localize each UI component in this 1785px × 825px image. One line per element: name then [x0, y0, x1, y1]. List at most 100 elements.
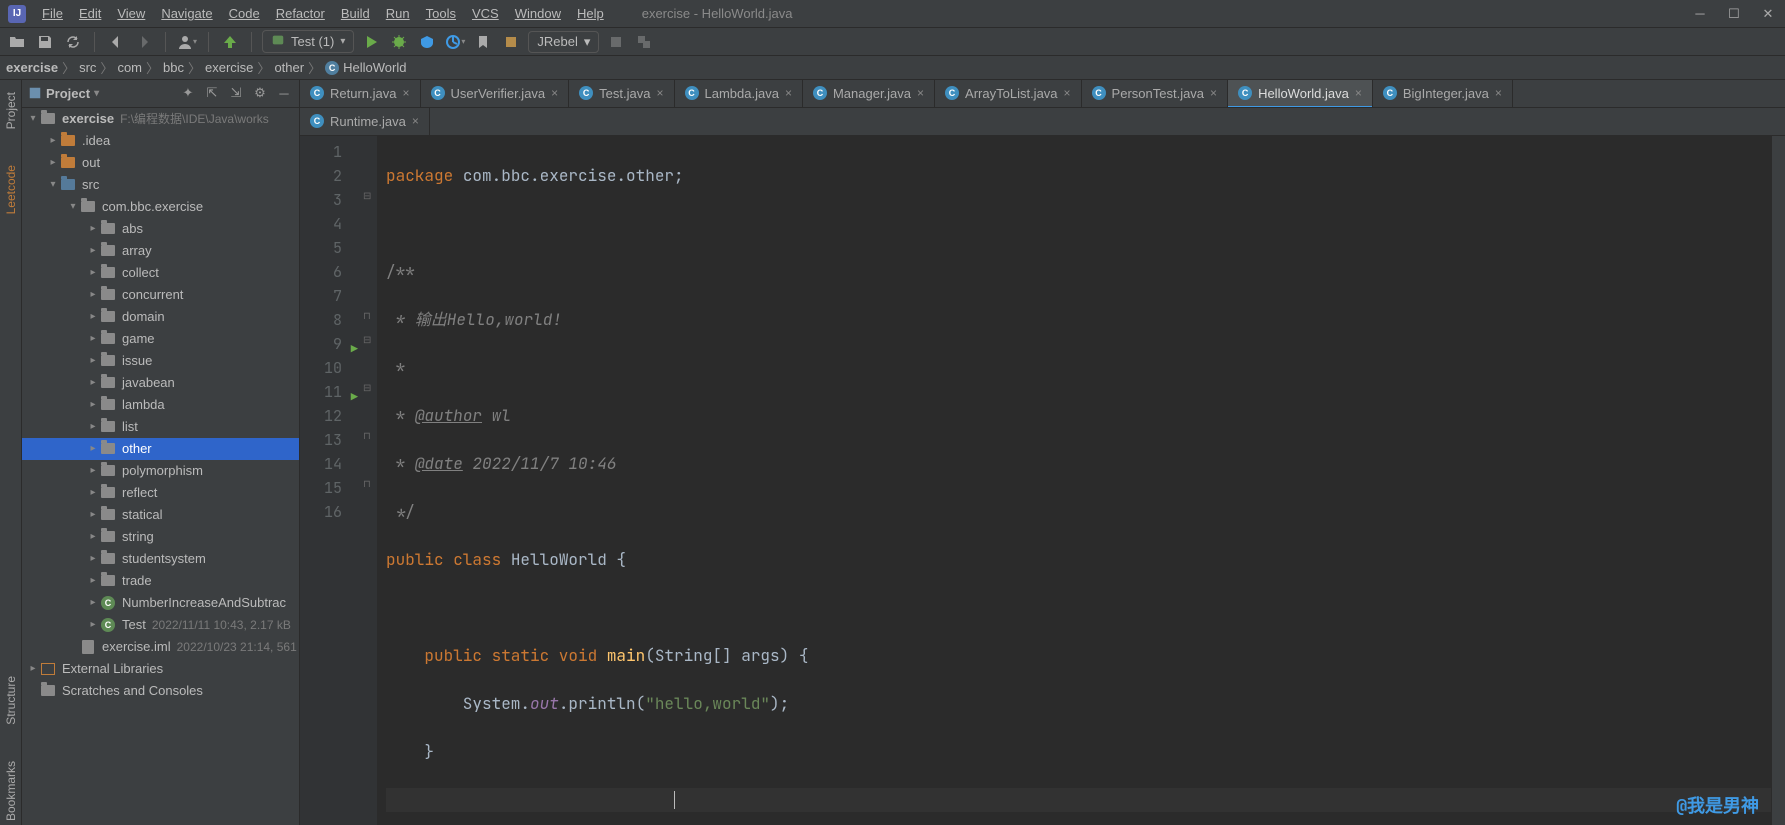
settings-icon[interactable]: ⚙ — [251, 84, 269, 102]
menu-navigate[interactable]: Navigate — [153, 2, 220, 25]
tree-folder-issue[interactable]: ▸issue — [22, 350, 299, 372]
tree-folder-reflect[interactable]: ▸reflect — [22, 482, 299, 504]
fold-icon[interactable]: ⊟ — [363, 191, 373, 201]
tree-folder-idea[interactable]: ▸.idea — [22, 130, 299, 152]
locate-icon[interactable]: ✦ — [179, 84, 197, 102]
crumb-class[interactable]: CHelloWorld — [325, 60, 406, 75]
tree-folder-other[interactable]: ▸other — [22, 438, 299, 460]
tree-folder-javabean[interactable]: ▸javabean — [22, 372, 299, 394]
tab-persontest-java[interactable]: CPersonTest.java× — [1082, 80, 1229, 107]
attach-icon[interactable] — [472, 31, 494, 53]
menu-tools[interactable]: Tools — [418, 2, 464, 25]
close-icon[interactable]: × — [1064, 86, 1071, 100]
tree-external-libs[interactable]: ▸External Libraries — [22, 658, 299, 680]
rail-structure[interactable]: Structure — [4, 672, 18, 729]
tree-folder-abs[interactable]: ▸abs — [22, 218, 299, 240]
menu-vcs[interactable]: VCS — [464, 2, 507, 25]
close-icon[interactable]: × — [656, 86, 663, 100]
tree-package[interactable]: ▾com.bbc.exercise — [22, 196, 299, 218]
stop-all-icon[interactable] — [633, 31, 655, 53]
editor-scrollbar[interactable] — [1771, 136, 1785, 825]
tab-biginteger-java[interactable]: CBigInteger.java× — [1373, 80, 1513, 107]
tree-folder-src[interactable]: ▾src — [22, 174, 299, 196]
tree-folder-game[interactable]: ▸game — [22, 328, 299, 350]
fold-icon[interactable]: ⊟ — [363, 335, 373, 345]
collapse-all-icon[interactable]: ⇲ — [227, 84, 245, 102]
menu-window[interactable]: Window — [507, 2, 569, 25]
tree-folder-out[interactable]: ▸out — [22, 152, 299, 174]
tree-folder-lambda[interactable]: ▸lambda — [22, 394, 299, 416]
tree-folder-string[interactable]: ▸string — [22, 526, 299, 548]
close-icon[interactable]: × — [412, 114, 419, 128]
run-config-dropdown[interactable]: Test (1) ▾ — [262, 30, 354, 53]
sync-icon[interactable] — [62, 31, 84, 53]
menu-build[interactable]: Build — [333, 2, 378, 25]
fold-icon[interactable]: ⊓ — [363, 479, 373, 489]
tree-scratches[interactable]: Scratches and Consoles — [22, 680, 299, 702]
project-tree[interactable]: ▾ exercise F:\编程数据\IDE\Java\works ▸.idea… — [22, 108, 299, 825]
close-window-button[interactable]: ✕ — [1751, 0, 1785, 28]
tree-folder-statical[interactable]: ▸statical — [22, 504, 299, 526]
debug-button[interactable] — [388, 31, 410, 53]
coverage-icon[interactable] — [416, 31, 438, 53]
close-icon[interactable]: × — [402, 86, 409, 100]
profile-icon[interactable]: ▾ — [176, 31, 198, 53]
tree-folder-polymorphism[interactable]: ▸polymorphism — [22, 460, 299, 482]
tree-folder-concurrent[interactable]: ▸concurrent — [22, 284, 299, 306]
tree-folder-studentsystem[interactable]: ▸studentsystem — [22, 548, 299, 570]
crumb-bbc[interactable]: bbc — [163, 60, 184, 75]
tab-userverifier-java[interactable]: CUserVerifier.java× — [421, 80, 570, 107]
tree-folder-list[interactable]: ▸list — [22, 416, 299, 438]
menu-help[interactable]: Help — [569, 2, 612, 25]
tab-arraytolist-java[interactable]: CArrayToList.java× — [935, 80, 1082, 107]
stop-button[interactable] — [605, 31, 627, 53]
tab-test-java[interactable]: CTest.java× — [569, 80, 674, 107]
jrebel-deploy-icon[interactable] — [500, 31, 522, 53]
fold-icon[interactable]: ⊟ — [363, 383, 373, 393]
crumb-other[interactable]: other — [274, 60, 304, 75]
hide-icon[interactable]: ─ — [275, 84, 293, 102]
tree-class-test[interactable]: ▸CTest2022/11/11 10:43, 2.17 kB — [22, 614, 299, 636]
rail-leetcode[interactable]: Leetcode — [4, 161, 18, 218]
fold-icon[interactable]: ⊓ — [363, 311, 373, 321]
back-icon[interactable] — [105, 31, 127, 53]
menu-code[interactable]: Code — [221, 2, 268, 25]
open-icon[interactable] — [6, 31, 28, 53]
save-icon[interactable] — [34, 31, 56, 53]
crumb-exercise[interactable]: exercise — [6, 60, 58, 75]
close-icon[interactable]: × — [917, 86, 924, 100]
tab-runtime-java[interactable]: CRuntime.java× — [300, 108, 430, 135]
build-icon[interactable] — [219, 31, 241, 53]
menu-edit[interactable]: Edit — [71, 2, 109, 25]
tab-manager-java[interactable]: CManager.java× — [803, 80, 935, 107]
maximize-button[interactable]: ☐ — [1717, 0, 1751, 28]
crumb-com[interactable]: com — [117, 60, 142, 75]
tree-file-iml[interactable]: exercise.iml2022/10/23 21:14, 561 — [22, 636, 299, 658]
close-icon[interactable]: × — [785, 86, 792, 100]
close-icon[interactable]: × — [1355, 86, 1362, 100]
tree-root[interactable]: ▾ exercise F:\编程数据\IDE\Java\works — [22, 108, 299, 130]
tree-folder-domain[interactable]: ▸domain — [22, 306, 299, 328]
tree-class-number[interactable]: ▸CNumberIncreaseAndSubtrac — [22, 592, 299, 614]
project-view-selector[interactable]: Project ▾ — [28, 86, 99, 101]
rail-bookmarks[interactable]: Bookmarks — [4, 757, 18, 825]
menu-file[interactable]: File — [34, 2, 71, 25]
tree-folder-collect[interactable]: ▸collect — [22, 262, 299, 284]
crumb-src[interactable]: src — [79, 60, 96, 75]
tab-lambda-java[interactable]: CLambda.java× — [675, 80, 803, 107]
expand-all-icon[interactable]: ⇱ — [203, 84, 221, 102]
minimize-button[interactable]: ─ — [1683, 0, 1717, 28]
close-icon[interactable]: × — [551, 86, 558, 100]
jrebel-dropdown[interactable]: JRebel ▾ — [528, 31, 599, 53]
close-icon[interactable]: × — [1210, 86, 1217, 100]
forward-icon[interactable] — [133, 31, 155, 53]
profiler-icon[interactable]: ▾ — [444, 31, 466, 53]
tab-helloworld-java[interactable]: CHelloWorld.java× — [1228, 80, 1373, 107]
code-editor[interactable]: package com.bbc.exercise.other; /** * 输出… — [378, 136, 1771, 825]
run-button[interactable] — [360, 31, 382, 53]
tree-folder-array[interactable]: ▸array — [22, 240, 299, 262]
menu-refactor[interactable]: Refactor — [268, 2, 333, 25]
tab-return-java[interactable]: CReturn.java× — [300, 80, 421, 107]
tree-folder-trade[interactable]: ▸trade — [22, 570, 299, 592]
menu-view[interactable]: View — [109, 2, 153, 25]
